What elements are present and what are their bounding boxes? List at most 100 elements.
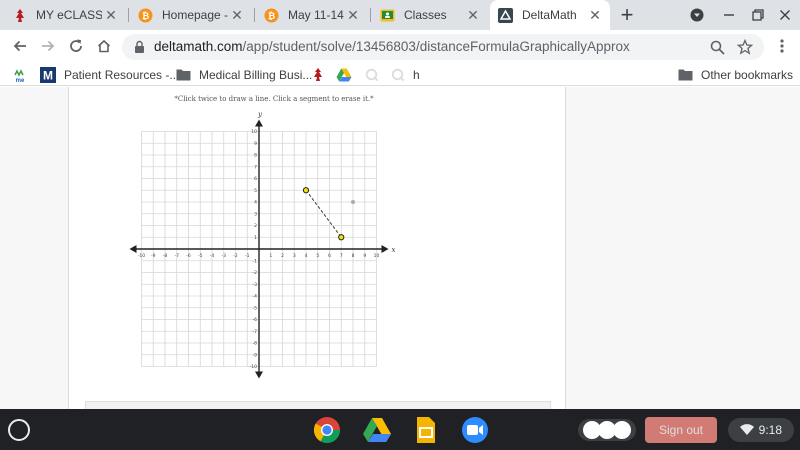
bookmark-q1[interactable] bbox=[364, 66, 388, 83]
hover-point bbox=[351, 200, 355, 204]
folder-icon bbox=[677, 67, 693, 83]
problem-card: *Click twice to draw a line. Click a seg… bbox=[68, 87, 566, 409]
tab-title: Homepage - 2 bbox=[162, 8, 228, 22]
sign-out-button[interactable]: Sign out bbox=[645, 417, 717, 443]
svg-text:₿: ₿ bbox=[268, 11, 275, 21]
close-tab-icon[interactable]: ✕ bbox=[228, 6, 246, 24]
bookmarks-bar: me M Patient Resources -... Medical Bill… bbox=[0, 63, 800, 86]
y-tick-label: -1 bbox=[253, 258, 258, 264]
folder-icon bbox=[175, 67, 191, 83]
tab-classes[interactable]: Classes ✕ bbox=[372, 0, 488, 30]
y-tick-label: 7 bbox=[254, 164, 257, 170]
tab-title: Classes bbox=[404, 8, 447, 22]
y-tick-label: 9 bbox=[254, 141, 257, 147]
y-tick-label: 1 bbox=[254, 235, 257, 241]
x-tick-label: -3 bbox=[222, 253, 227, 259]
tab-eclass[interactable]: MY eCLASS | ✕ bbox=[4, 0, 126, 30]
y-tick-label: 2 bbox=[254, 223, 257, 229]
x-tick-label: 6 bbox=[328, 253, 331, 259]
x-axis-arrow-right bbox=[381, 245, 389, 253]
y-axis-arrow-down bbox=[255, 371, 263, 379]
bookmark-label: h bbox=[413, 67, 420, 82]
x-tick-label: -1 bbox=[245, 253, 250, 259]
bookmark-ime[interactable]: me bbox=[12, 66, 36, 83]
zoom-search-icon[interactable] bbox=[708, 38, 726, 56]
y-tick-label: -7 bbox=[253, 329, 258, 335]
other-bookmarks[interactable]: Other bookmarks bbox=[677, 66, 793, 83]
notification-cluster-icon[interactable] bbox=[578, 419, 636, 441]
close-tab-icon[interactable]: ✕ bbox=[102, 6, 120, 24]
google-drive-icon bbox=[336, 67, 352, 83]
coordinate-graph[interactable]: x y -10 -10 -9 -9 -8 -8 -7 -7 -6 -6 -5 -5 -4 -4 -3 -3 -2 -2… bbox=[69, 87, 567, 409]
bookmark-q2[interactable] bbox=[390, 66, 414, 83]
x-tick-label: 9 bbox=[363, 253, 366, 259]
more-menu-icon[interactable] bbox=[772, 36, 792, 56]
x-axis-label: x bbox=[392, 246, 396, 254]
forward-arrow-icon[interactable] bbox=[38, 36, 58, 56]
tab-may[interactable]: ₿ May 11-14, 20 ✕ bbox=[256, 0, 368, 30]
x-tick-label: 7 bbox=[340, 253, 343, 259]
google-slides-icon[interactable] bbox=[410, 415, 440, 445]
x-tick-label: -2 bbox=[233, 253, 238, 259]
zoom-icon[interactable] bbox=[460, 415, 490, 445]
x-tick-label: -10 bbox=[138, 253, 145, 259]
wifi-icon bbox=[740, 424, 754, 435]
x-tick-label: -6 bbox=[186, 253, 191, 259]
tab-deltamath[interactable]: DeltaMath ✕ bbox=[490, 0, 610, 30]
bookmark-drive[interactable] bbox=[336, 66, 360, 83]
google-drive-icon[interactable] bbox=[362, 415, 392, 445]
y-tick-label: -9 bbox=[253, 352, 258, 358]
y-tick-label: -10 bbox=[250, 364, 257, 370]
y-tick-label: -2 bbox=[253, 270, 258, 276]
close-tab-icon[interactable]: ✕ bbox=[586, 6, 604, 24]
answer-area[interactable] bbox=[85, 401, 551, 409]
y-tick-label: -3 bbox=[253, 282, 258, 288]
launcher-icon[interactable] bbox=[8, 419, 30, 441]
eclass-icon bbox=[310, 67, 326, 83]
bookmark-star-icon[interactable] bbox=[736, 38, 754, 56]
ime-icon: me bbox=[12, 67, 28, 83]
x-tick-label: -8 bbox=[163, 253, 168, 259]
y-tick-label: -8 bbox=[253, 341, 258, 347]
bookmark-label: Other bookmarks bbox=[701, 67, 794, 82]
close-tab-icon[interactable]: ✕ bbox=[464, 6, 482, 24]
browser-toolbar: deltamath.com/app/student/solve/13456803… bbox=[0, 30, 800, 63]
tab-homepage[interactable]: ₿ Homepage - 2 ✕ bbox=[130, 0, 252, 30]
url-host: deltamath.com bbox=[154, 39, 243, 54]
y-tick-label: -6 bbox=[253, 317, 258, 323]
bookmark-eclass[interactable] bbox=[310, 66, 334, 83]
minimize-icon[interactable] bbox=[720, 6, 738, 24]
bookmark-label: Medical Billing Busi... bbox=[199, 67, 313, 82]
reload-icon[interactable] bbox=[66, 36, 86, 56]
svg-text:M: M bbox=[43, 68, 53, 82]
y-axis-arrow-up bbox=[255, 119, 263, 127]
bitcoin-orange-icon: ₿ bbox=[138, 8, 153, 23]
bookmark-medical-billing[interactable]: Medical Billing Busi... bbox=[175, 66, 312, 83]
status-tray[interactable]: 9:18 bbox=[728, 418, 794, 442]
x-tick-label: 2 bbox=[281, 253, 284, 259]
chrome-icon[interactable] bbox=[312, 415, 342, 445]
bookmark-patient-resources[interactable]: M Patient Resources -... bbox=[40, 66, 179, 83]
q-icon bbox=[390, 67, 406, 83]
x-tick-label: 1 bbox=[269, 253, 272, 259]
back-arrow-icon[interactable] bbox=[10, 36, 30, 56]
home-icon[interactable] bbox=[94, 36, 114, 56]
bitcoin-orange-icon: ₿ bbox=[264, 8, 279, 23]
close-tab-icon[interactable]: ✕ bbox=[344, 6, 362, 24]
tab-divider bbox=[254, 8, 255, 22]
new-tab-button[interactable]: + bbox=[616, 4, 638, 27]
bookmark-h[interactable]: h bbox=[413, 66, 420, 83]
deltamath-icon bbox=[498, 7, 513, 23]
google-classroom-icon bbox=[380, 8, 395, 23]
address-bar[interactable]: deltamath.com/app/student/solve/13456803… bbox=[122, 34, 764, 60]
restore-icon[interactable] bbox=[749, 6, 767, 24]
profile-menu-icon[interactable] bbox=[688, 6, 706, 24]
x-tick-label: 10 bbox=[374, 253, 380, 259]
os-shelf: Sign out 9:18 bbox=[0, 409, 800, 450]
tab-divider bbox=[370, 8, 371, 22]
segment-endpoint bbox=[338, 234, 345, 241]
m-logo-icon: M bbox=[40, 66, 56, 83]
x-tick-label: 8 bbox=[352, 253, 355, 259]
x-tick-label: 3 bbox=[293, 253, 296, 259]
close-window-icon[interactable] bbox=[776, 6, 794, 24]
